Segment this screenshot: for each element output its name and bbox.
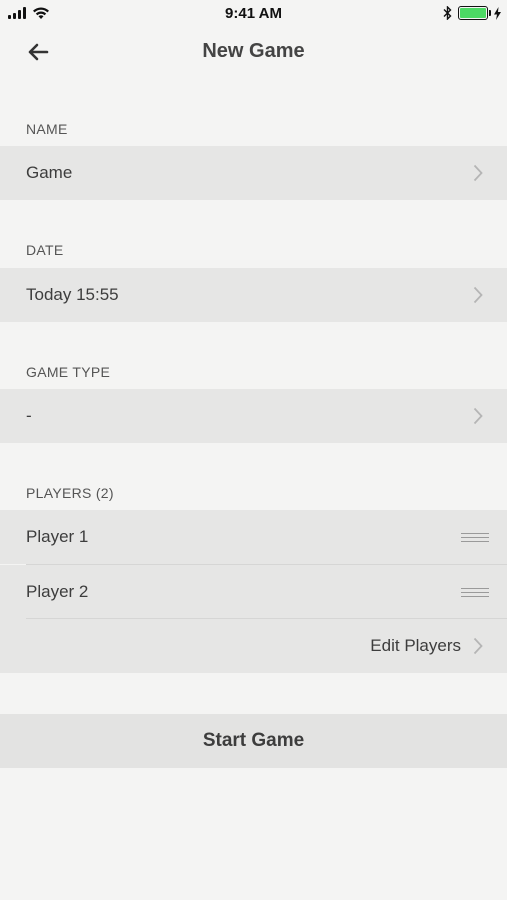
player-name: Player 2 xyxy=(26,582,89,601)
chevron-right-icon xyxy=(473,164,483,182)
edit-players-row[interactable]: Edit Players xyxy=(0,619,507,673)
bluetooth-icon xyxy=(443,6,452,20)
status-time: 9:41 AM xyxy=(225,5,282,22)
navigation-bar: New Game xyxy=(0,28,507,78)
start-game-button[interactable]: Start Game xyxy=(0,714,507,768)
section-header-players: PLAYERS (2) xyxy=(26,485,114,501)
status-right xyxy=(443,6,501,20)
player-row[interactable]: Player 2 xyxy=(0,565,507,619)
drag-handle-icon[interactable] xyxy=(461,588,489,597)
section-header-game-type: GAME TYPE xyxy=(26,364,111,380)
battery-icon xyxy=(458,6,491,20)
page-title: New Game xyxy=(202,40,305,62)
name-value: Game xyxy=(26,163,73,182)
charging-bolt-icon xyxy=(494,6,501,20)
drag-handle-icon[interactable] xyxy=(461,533,489,542)
player-row[interactable]: Player 1 xyxy=(0,510,507,564)
section-header-name: NAME xyxy=(26,121,68,137)
game-type-value: - xyxy=(26,406,32,425)
name-row[interactable]: Game xyxy=(0,146,507,200)
game-type-row[interactable]: - xyxy=(0,389,507,443)
edit-players-label: Edit Players xyxy=(370,636,461,655)
section-header-date: DATE xyxy=(26,242,64,258)
chevron-right-icon xyxy=(473,407,483,425)
date-row[interactable]: Today 15:55 xyxy=(0,268,507,322)
chevron-right-icon xyxy=(473,286,483,304)
player-name: Player 1 xyxy=(26,527,89,546)
battery-fill xyxy=(460,8,486,18)
date-value: Today 15:55 xyxy=(26,285,119,304)
chevron-right-icon xyxy=(473,637,483,655)
status-bar: 9:41 AM xyxy=(0,0,507,28)
